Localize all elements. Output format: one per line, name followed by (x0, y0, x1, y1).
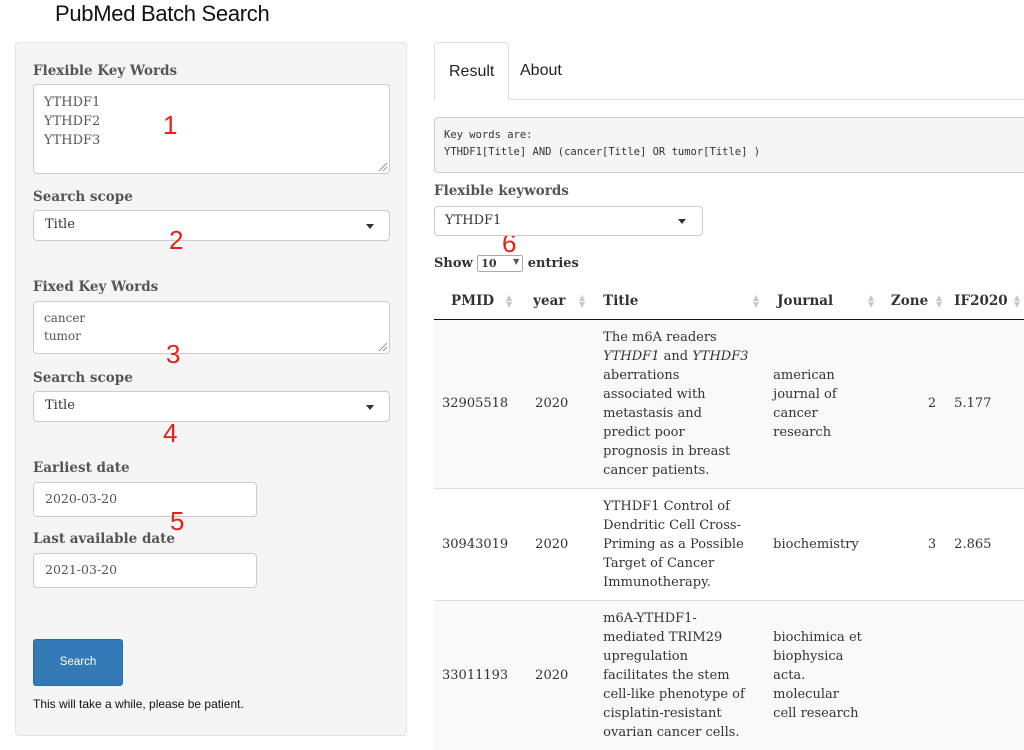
caret-down-icon: ▼ (513, 256, 520, 266)
search-scope-select-1[interactable]: Title (33, 210, 390, 241)
title-text: The m6A readers (603, 329, 717, 345)
results-table: PMID ▲ ▼ year ▲ ▼ Title ▲ ▼ Journal ▲ ▼ Zone ▲ ▼ I… (434, 283, 1024, 750)
query-output: Key words are: YTHDF1[Title] AND (cancer… (434, 117, 1024, 173)
table-row: 32905518 2020 The m6A readers YTHDF1 and Y… (434, 318, 1024, 488)
flexible-keyword-line: YTHDF3 (44, 133, 101, 148)
sort-icon: ▲ ▼ (579, 292, 586, 309)
column-header-label: IF2020 (954, 292, 1008, 309)
fixed-keywords-label: Fixed Key Words (33, 279, 159, 295)
column-header-label: Zone (890, 292, 929, 309)
cell-pmid: 32905518 (434, 318, 517, 488)
column-header-label: Title (603, 292, 639, 309)
column-header-title[interactable]: Title ▲ ▼ (589, 283, 764, 320)
earliest-date-input[interactable]: 2020-03-20 (33, 482, 257, 517)
flexible-keyword-line: YTHDF1 (44, 95, 101, 110)
flexible-keywords-filter-value: YTHDF1 (445, 213, 502, 228)
caret-down-icon (366, 405, 374, 410)
column-header-label: year (533, 292, 566, 309)
resize-handle-icon[interactable] (379, 343, 387, 351)
cell-journal: biochimica et biophysica acta. molecular… (763, 599, 879, 750)
cell-if2020: 5.177 (946, 318, 1024, 488)
page-length-control: Show 10 ▼ entries (434, 255, 579, 272)
cell-if2020 (946, 599, 1024, 750)
column-header-if2020[interactable]: IF2020 ▲ ▼ (946, 283, 1024, 320)
cell-year: 2020 (516, 599, 590, 750)
caret-down-icon (678, 219, 686, 224)
earliest-date-label: Earliest date (33, 460, 130, 476)
fixed-keywords-textarea[interactable]: cancer tumor (33, 301, 390, 354)
flexible-keyword-line: YTHDF2 (44, 114, 101, 129)
sort-icon: ▲ ▼ (936, 292, 943, 309)
tab-result[interactable]: Result (434, 42, 510, 100)
table-row: 33011193 2020 m6A-YTHDF1-mediated TRIM29 u… (434, 599, 1024, 750)
query-line: YTHDF1[Title] AND (cancer[Title] OR tumo… (444, 146, 761, 158)
search-scope-value-2: Title (45, 398, 75, 413)
sort-icon: ▲ ▼ (753, 292, 760, 309)
sidebar-panel: Flexible Key Words YTHDF1 YTHDF2 YTHDF3 … (15, 42, 407, 736)
cell-pmid: 33011193 (434, 599, 517, 750)
title-text: YTHDF1 (603, 348, 660, 364)
resize-handle-icon[interactable] (379, 163, 387, 171)
search-scope-label-2: Search scope (33, 370, 133, 386)
search-scope-select-2[interactable]: Title (33, 391, 390, 422)
flexible-keywords-filter-label: Flexible keywords (434, 183, 569, 199)
cell-if2020: 2.865 (946, 487, 1024, 600)
cell-zone (878, 599, 947, 750)
annotation-number: 2 (169, 225, 184, 255)
cell-year: 2020 (516, 318, 590, 488)
query-line: Key words are: (444, 129, 533, 141)
tab-about[interactable]: About (506, 42, 576, 99)
column-header-zone[interactable]: Zone ▲ ▼ (878, 283, 947, 320)
show-label: Show (434, 256, 473, 271)
flexible-keywords-label: Flexible Key Words (33, 63, 178, 79)
cell-journal: biochemistry (763, 487, 879, 600)
search-scope-value-1: Title (45, 217, 75, 232)
cell-pmid: 30943019 (434, 487, 517, 600)
cell-title: YTHDF1 Control of Dendritic Cell Cross-P… (589, 487, 764, 600)
column-header-journal[interactable]: Journal ▲ ▼ (763, 283, 879, 320)
caret-down-icon (366, 224, 374, 229)
annotation-number: 3 (166, 339, 181, 369)
last-date-input[interactable]: 2021-03-20 (33, 553, 257, 588)
title-text: m6A-YTHDF1-mediated TRIM29 upregulation … (603, 610, 745, 740)
title-text: YTHDF3 (692, 348, 749, 364)
sort-icon: ▲ ▼ (506, 292, 513, 309)
column-header-year[interactable]: year ▲ ▼ (516, 283, 590, 320)
table-header-row: PMID ▲ ▼ year ▲ ▼ Title ▲ ▼ Journal ▲ ▼ Zone ▲ ▼ I… (434, 283, 1024, 320)
sort-icon: ▲ ▼ (1013, 292, 1020, 309)
cell-journal: american journal of cancer research (763, 318, 879, 488)
page-length-value: 10 (481, 257, 497, 270)
entries-label: entries (527, 256, 579, 271)
tab-bar: Result About (434, 42, 1024, 100)
title-text: aberrations associated with metastasis a… (603, 367, 731, 478)
cell-zone: 3 (878, 487, 947, 600)
app-title: PubMed Batch Search (55, 1, 270, 26)
annotation-number: 5 (170, 506, 185, 536)
flexible-keywords-filter-select[interactable]: YTHDF1 (434, 206, 703, 236)
fixed-keyword-line: tumor (44, 329, 81, 343)
column-header-pmid[interactable]: PMID ▲ ▼ (434, 283, 517, 320)
annotation-number: 4 (163, 418, 178, 448)
title-text: and (659, 348, 693, 364)
fixed-keyword-line: cancer (44, 311, 86, 325)
cell-year: 2020 (516, 487, 590, 600)
search-button[interactable]: Search (33, 639, 123, 686)
column-header-label: Journal (777, 292, 834, 309)
annotation-number: 1 (163, 110, 178, 140)
title-text: YTHDF1 Control of Dendritic Cell Cross-P… (603, 498, 744, 590)
cell-title: The m6A readers YTHDF1 and YTHDF3 aberra… (589, 318, 764, 488)
flexible-keywords-textarea[interactable]: YTHDF1 YTHDF2 YTHDF3 (33, 84, 390, 174)
cell-zone: 2 (878, 318, 947, 488)
page-length-select[interactable]: 10 ▼ (477, 255, 524, 272)
table-row: 30943019 2020 YTHDF1 Control of Dendritic … (434, 487, 1024, 600)
last-date-label: Last available date (33, 531, 175, 547)
column-header-label: PMID (451, 292, 495, 309)
patience-note: This will take a while, please be patien… (33, 697, 244, 711)
cell-title: m6A-YTHDF1-mediated TRIM29 upregulation … (589, 599, 764, 750)
search-scope-label-1: Search scope (33, 189, 133, 205)
sort-icon: ▲ ▼ (868, 292, 875, 309)
